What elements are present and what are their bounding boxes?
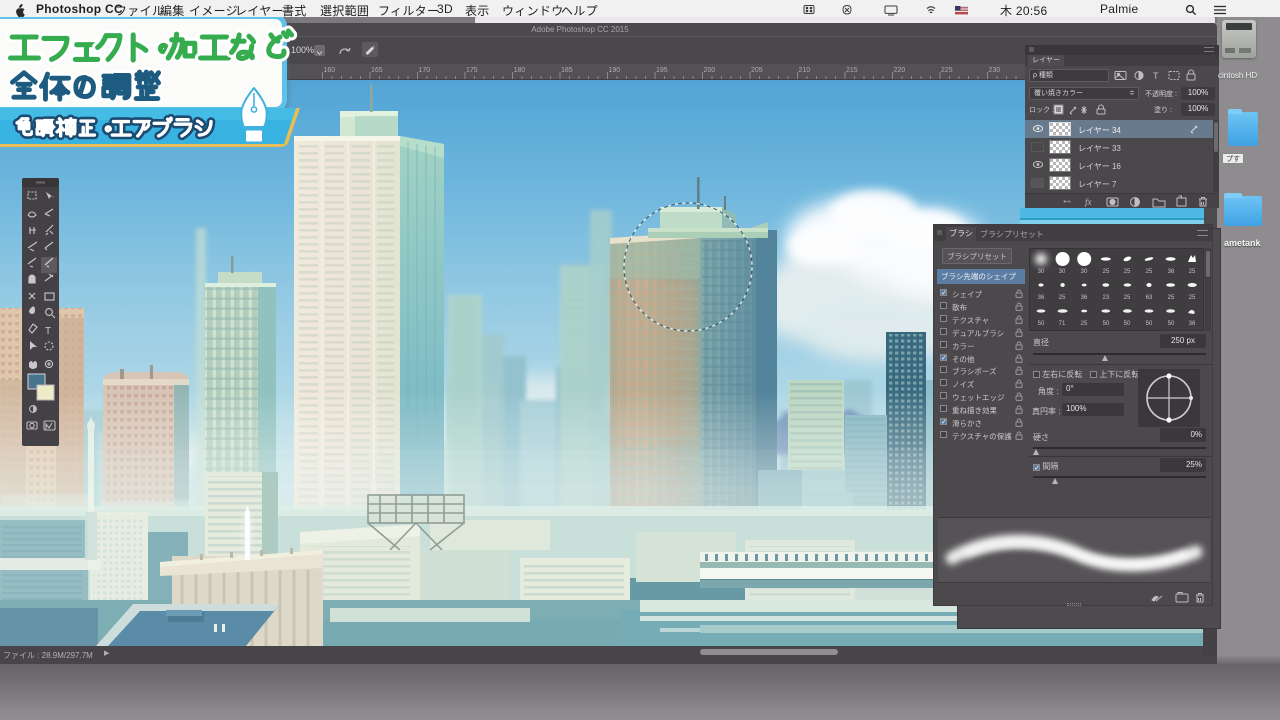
svg-text:25: 25 — [1059, 295, 1066, 301]
svg-text:⊷: ⊷ — [1063, 197, 1071, 206]
svg-text:50: 50 — [1038, 321, 1045, 327]
svg-text:210: 210 — [799, 67, 811, 74]
svg-text:50: 50 — [1103, 321, 1110, 327]
svg-text:220: 220 — [894, 67, 906, 74]
svg-text:30: 30 — [1059, 269, 1066, 275]
svg-text:36: 36 — [1081, 295, 1088, 301]
svg-text:50: 50 — [1168, 321, 1175, 327]
svg-text:25: 25 — [1146, 269, 1153, 275]
svg-text:63: 63 — [1146, 295, 1153, 301]
svg-text:215: 215 — [846, 67, 858, 74]
svg-text:25: 25 — [1081, 321, 1088, 327]
svg-text:25: 25 — [1189, 269, 1196, 275]
svg-text:230: 230 — [989, 67, 1001, 74]
svg-text:T: T — [45, 326, 51, 337]
svg-text:25: 25 — [1103, 269, 1110, 275]
svg-text:50: 50 — [1124, 321, 1131, 327]
svg-text:25: 25 — [1189, 295, 1196, 301]
svg-text:30: 30 — [1081, 269, 1088, 275]
svg-text:180: 180 — [514, 67, 526, 74]
svg-text:195: 195 — [656, 67, 668, 74]
svg-text:T: T — [1153, 71, 1159, 81]
svg-text:50: 50 — [1146, 321, 1153, 327]
svg-text:23: 23 — [1103, 295, 1110, 301]
svg-text:25: 25 — [1168, 295, 1175, 301]
svg-text:185: 185 — [561, 67, 573, 74]
svg-text:fx: fx — [1085, 197, 1092, 207]
svg-text:170: 170 — [419, 67, 431, 74]
svg-text:225: 225 — [941, 67, 953, 74]
svg-text:36: 36 — [1189, 321, 1196, 327]
svg-text:190: 190 — [609, 67, 621, 74]
svg-text:36: 36 — [1168, 269, 1175, 275]
svg-text:25: 25 — [1124, 269, 1131, 275]
svg-text:71: 71 — [1059, 321, 1066, 327]
svg-text:25: 25 — [1124, 295, 1131, 301]
svg-text:200: 200 — [704, 67, 716, 74]
svg-text:160: 160 — [324, 67, 336, 74]
svg-text:30: 30 — [1038, 269, 1045, 275]
svg-text:36: 36 — [1038, 295, 1045, 301]
svg-text:205: 205 — [751, 67, 763, 74]
svg-text:165: 165 — [371, 67, 383, 74]
svg-text:175: 175 — [466, 67, 478, 74]
